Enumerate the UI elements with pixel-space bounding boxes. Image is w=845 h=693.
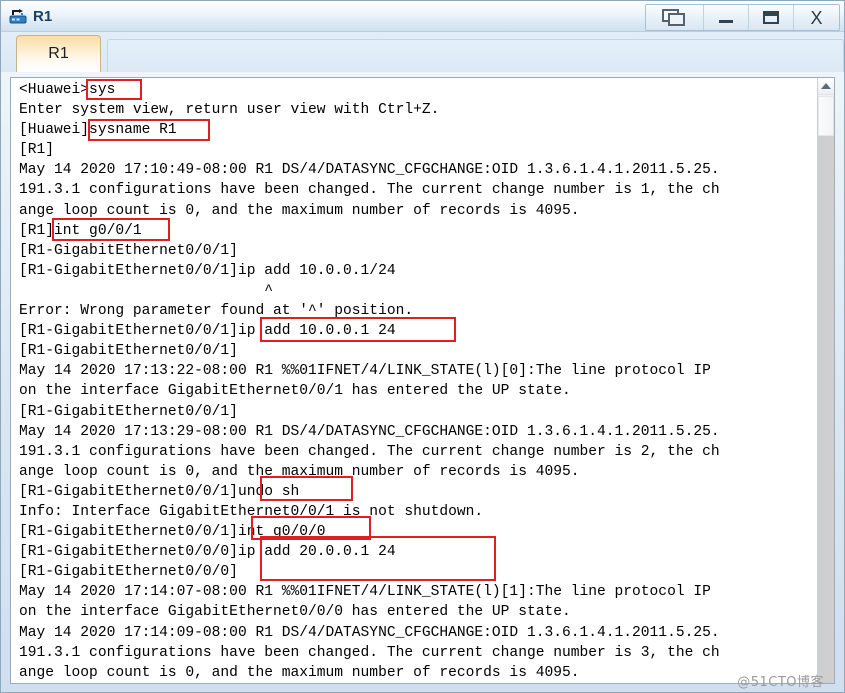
cascade-windows-button[interactable] — [646, 5, 704, 30]
console-line: [R1]int g0/0/1 — [19, 222, 142, 239]
console-line: ^ — [19, 282, 273, 299]
console-line: May 14 2020 17:13:22-08:00 R1 %%01IFNET/… — [19, 363, 711, 380]
vertical-scrollbar[interactable] — [817, 78, 834, 683]
title-bar: R1 X — [1, 1, 844, 32]
console-line: ange loop count is 0, and the maximum nu… — [19, 463, 580, 480]
console-line: May 14 2020 17:14:07-08:00 R1 %%01IFNET/… — [19, 584, 711, 601]
console-line: on the interface GigabitEthernet0/0/1 ha… — [19, 383, 571, 400]
close-icon: X — [810, 7, 823, 28]
minimize-button[interactable] — [704, 5, 749, 30]
window-controls: X — [645, 4, 840, 31]
chevron-up-icon — [821, 83, 831, 89]
window-title: R1 — [33, 7, 53, 25]
console-line: May 14 2020 17:14:09-08:00 R1 DS/4/DATAS… — [19, 624, 720, 641]
console-line: [R1-GigabitEthernet0/0/1] — [19, 343, 238, 360]
console-line: [R1-GigabitEthernet0/0/0] — [19, 564, 238, 581]
console-line: [R1-GigabitEthernet0/0/1]ip add 10.0.0.1… — [19, 262, 396, 279]
console-line: [R1-GigabitEthernet0/0/1]int g0/0/0 — [19, 524, 326, 541]
console-line: <Huawei>sys — [19, 82, 116, 98]
console-line: ange loop count is 0, and the maximum nu… — [19, 202, 580, 219]
console-line: 191.3.1 configurations have been changed… — [19, 182, 720, 199]
console-line: [R1] — [19, 142, 55, 159]
maximize-icon — [763, 11, 779, 24]
scrollbar-track[interactable] — [818, 136, 834, 683]
console-line: Error: Wrong parameter found at '^' posi… — [19, 303, 414, 320]
console-line: 191.3.1 configurations have been changed… — [19, 644, 720, 661]
console-text: <Huawei>sys Enter system view, return use… — [19, 80, 817, 683]
console-line: [R1-GigabitEthernet0/0/0]ip add 20.0.0.1… — [19, 544, 396, 561]
close-button[interactable]: X — [794, 5, 839, 30]
watermark: @51CTO博客 — [737, 675, 824, 690]
console-line: [R1-GigabitEthernet0/0/1]undo sh — [19, 483, 300, 500]
tab-strip-filler — [107, 39, 844, 72]
console-line: May 14 2020 17:13:29-08:00 R1 DS/4/DATAS… — [19, 423, 720, 440]
scrollbar-thumb[interactable] — [818, 96, 834, 136]
tab-strip: R1 — [1, 32, 844, 72]
terminal-frame: <Huawei>sys Enter system view, return use… — [10, 77, 835, 684]
console-line: Enter system view, return user view with… — [19, 102, 440, 119]
console-line: Info: Interface GigabitEthernet0/0/1 is … — [19, 503, 484, 520]
terminal-output[interactable]: <Huawei>sys Enter system view, return use… — [11, 78, 817, 683]
minimize-icon — [719, 20, 733, 23]
console-line: on the interface GigabitEthernet0/0/0 ha… — [19, 604, 571, 621]
console-line: [Huawei]sysname R1 — [19, 122, 177, 139]
tab-r1[interactable]: R1 — [16, 35, 101, 72]
console-line: May 14 2020 17:10:49-08:00 R1 DS/4/DATAS… — [19, 162, 720, 179]
scroll-up-button[interactable] — [818, 78, 834, 95]
maximize-button[interactable] — [749, 5, 794, 30]
cascade-windows-icon — [661, 8, 688, 27]
tab-r1-label: R1 — [48, 45, 69, 62]
console-line: [R1-GigabitEthernet0/0/1]ip add 10.0.0.1… — [19, 323, 396, 340]
console-line: [R1-GigabitEthernet0/0/1] — [19, 242, 238, 259]
console-line: [R1-GigabitEthernet0/0/1] — [19, 403, 238, 420]
router-cli-window: R1 X R1 <Huawei>sys Enter system view, r… — [0, 0, 845, 693]
router-icon — [9, 8, 29, 26]
console-line: ange loop count is 0, and the maximum nu… — [19, 664, 580, 681]
console-line: 191.3.1 configurations have been changed… — [19, 443, 720, 460]
